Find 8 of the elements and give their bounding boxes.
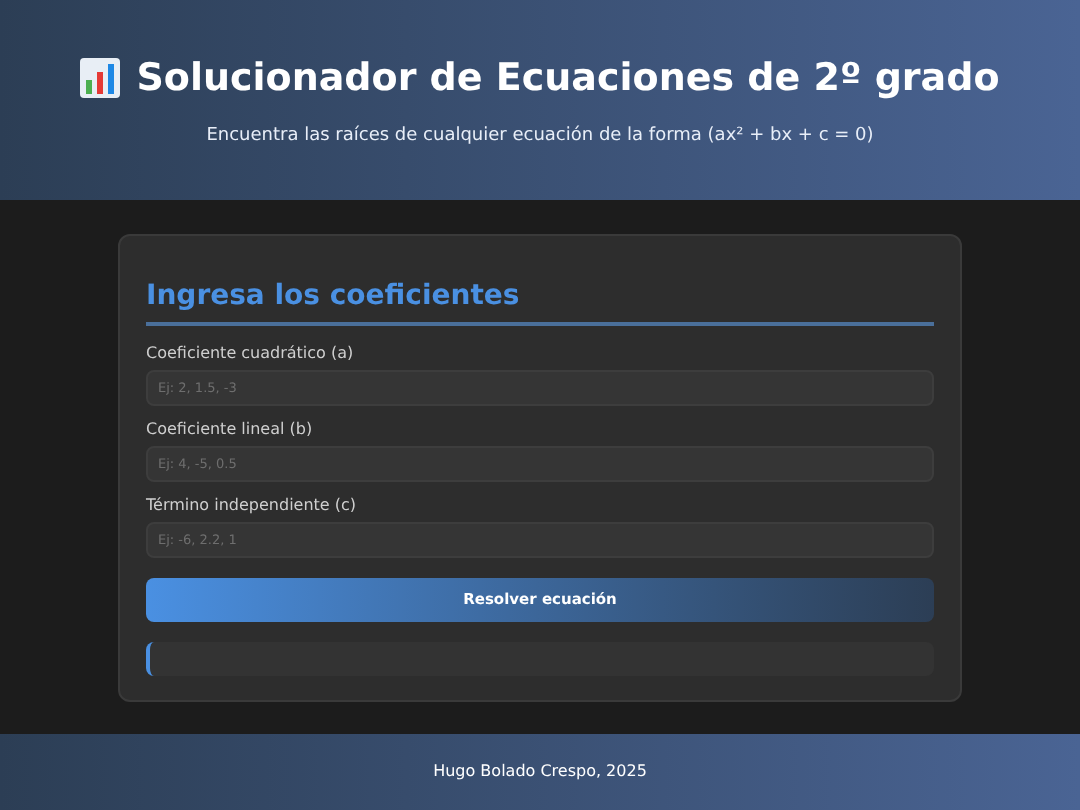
footer-text: Hugo Bolado Crespo, 2025 [433, 760, 647, 784]
bar-chart-icon [80, 58, 121, 99]
field-label: Coeficiente cuadrático (a) [146, 341, 356, 365]
field-label: Término independiente (c) [146, 493, 359, 517]
field-label: Coeficiente lineal (b) [146, 417, 315, 441]
page-title: Solucionador de Ecuaciones de 2º grado [136, 54, 1000, 104]
page-subtitle: Encuentra las raíces de cualquier ecuación de la forma (ax² + bx + c = 0) [206, 123, 874, 149]
form-heading: Ingresa los coeficientes [146, 275, 934, 325]
